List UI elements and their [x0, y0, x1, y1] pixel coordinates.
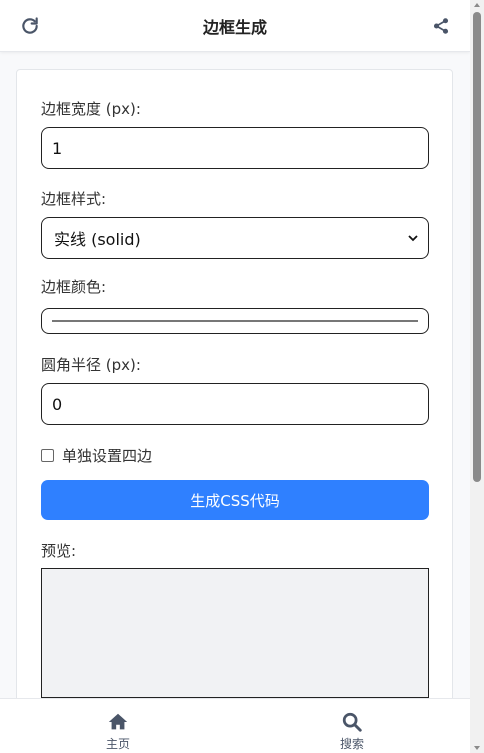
- home-icon: [108, 713, 128, 730]
- viewport: 边框生成 边框宽度 (px): 1 边框样式: 实线 (solid) 边框颜色:: [0, 0, 470, 753]
- page-title: 边框生成: [202, 17, 267, 37]
- radius-input[interactable]: 0: [41, 383, 429, 425]
- border-generator-card: 边框宽度 (px): 1 边框样式: 实线 (solid) 边框颜色: 圆角半径…: [16, 69, 453, 753]
- refresh-icon[interactable]: [20, 16, 40, 36]
- border-style-label: 边框样式:: [41, 190, 107, 208]
- scroll-up-arrow-icon[interactable]: [473, 1, 481, 9]
- separate-sides-label: 单独设置四边: [62, 447, 153, 465]
- radius-label: 圆角半径 (px):: [41, 356, 141, 374]
- border-color-picker[interactable]: [41, 308, 429, 334]
- border-style-value: 实线 (solid): [54, 230, 141, 249]
- separate-sides-row: 单独设置四边: [41, 445, 152, 466]
- scrollbar[interactable]: [470, 0, 484, 753]
- nav-search-label: 搜索: [339, 737, 364, 751]
- app: 边框生成 边框宽度 (px): 1 边框样式: 实线 (solid) 边框颜色:: [0, 0, 484, 753]
- app-header: 边框生成: [0, 0, 470, 52]
- border-width-label: 边框宽度 (px):: [41, 100, 141, 118]
- border-width-input[interactable]: 1: [41, 127, 429, 169]
- separate-sides-checkbox[interactable]: [41, 449, 54, 462]
- border-width-value: 1: [52, 138, 63, 158]
- scroll-thumb[interactable]: [473, 12, 481, 482]
- nav-item-home[interactable]: 主页: [88, 711, 148, 752]
- border-color-label: 边框颜色:: [41, 278, 107, 296]
- chevron-down-icon: [408, 235, 418, 242]
- radius-value: 0: [52, 394, 63, 414]
- border-style-select[interactable]: 实线 (solid): [41, 217, 429, 259]
- search-icon: [342, 712, 362, 732]
- color-swatch: [52, 320, 418, 322]
- preview-box: [41, 568, 429, 698]
- generate-css-button[interactable]: 生成CSS代码: [41, 480, 429, 520]
- share-icon[interactable]: [432, 17, 450, 35]
- bottom-nav: 主页 搜索: [0, 698, 470, 753]
- scroll-down-arrow-icon[interactable]: [473, 744, 481, 752]
- nav-home-label: 主页: [105, 737, 130, 751]
- nav-item-search[interactable]: 搜索: [322, 711, 382, 752]
- preview-label: 预览:: [41, 542, 77, 560]
